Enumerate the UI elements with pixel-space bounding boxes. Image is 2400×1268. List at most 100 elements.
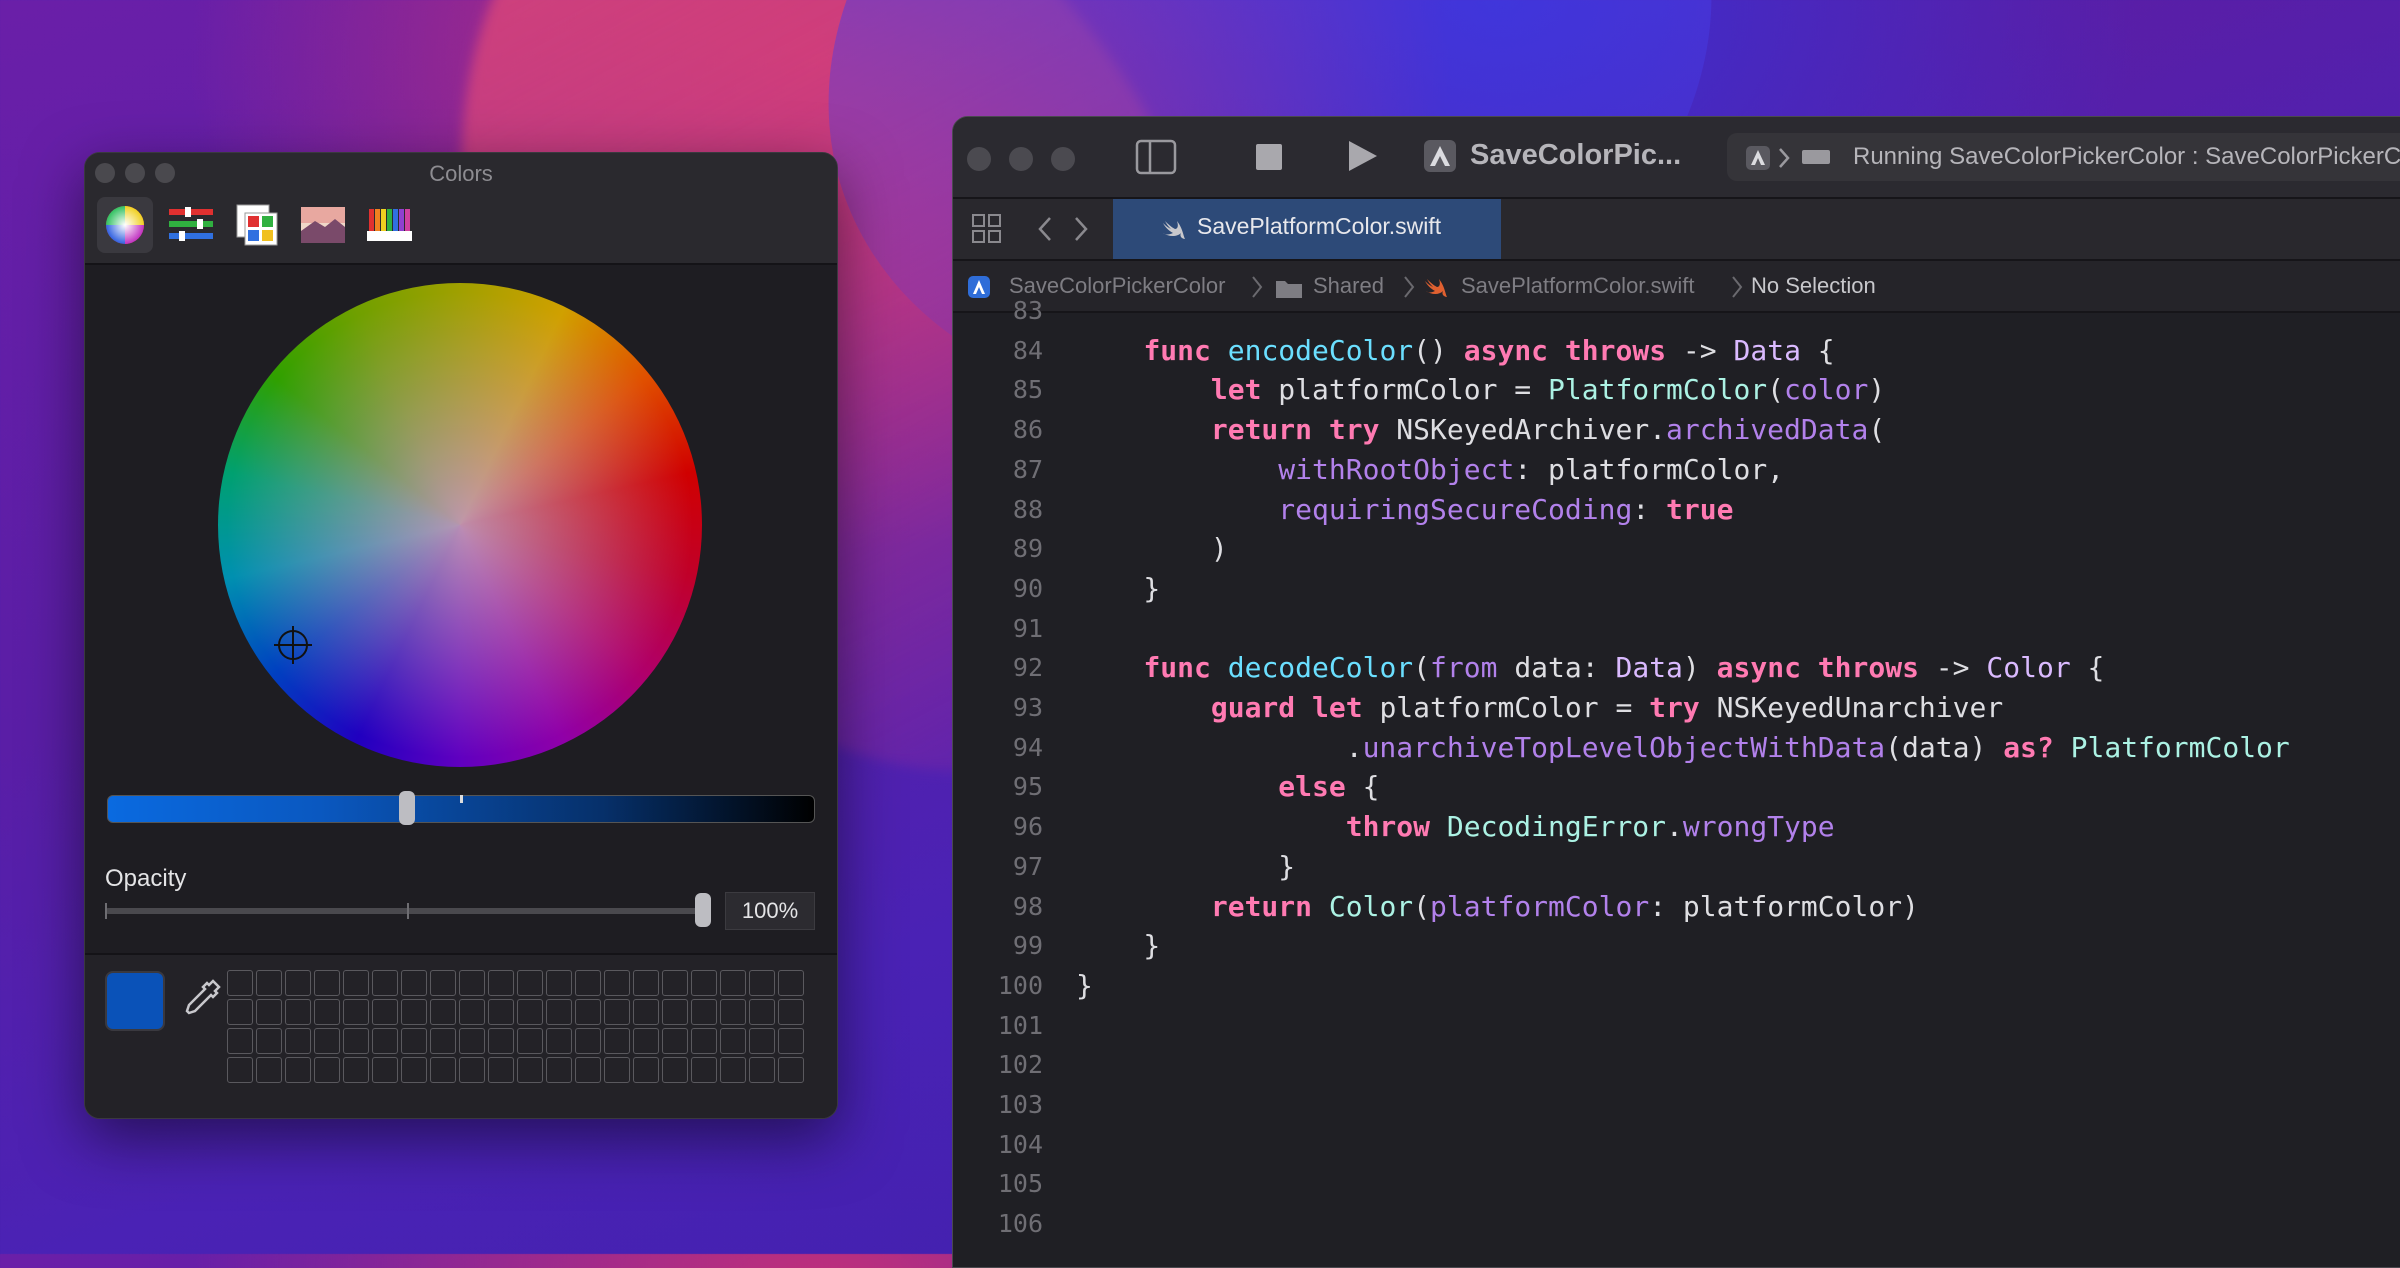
- color-swatch-empty[interactable]: [343, 1028, 369, 1054]
- color-swatch-empty[interactable]: [575, 1028, 601, 1054]
- color-swatch-empty[interactable]: [372, 1028, 398, 1054]
- color-sliders-mode-button[interactable]: [163, 197, 219, 253]
- color-swatch-empty[interactable]: [227, 970, 253, 996]
- color-swatch-empty[interactable]: [778, 999, 804, 1025]
- color-swatch-empty[interactable]: [691, 999, 717, 1025]
- opacity-value-field[interactable]: 100%: [725, 892, 815, 930]
- color-swatch-empty[interactable]: [314, 970, 340, 996]
- minimize-button[interactable]: [1009, 147, 1033, 171]
- color-swatch-empty[interactable]: [662, 1028, 688, 1054]
- color-swatch-empty[interactable]: [575, 970, 601, 996]
- color-swatch-empty[interactable]: [488, 999, 514, 1025]
- color-swatch-empty[interactable]: [314, 999, 340, 1025]
- jumpbar-group[interactable]: Shared: [1313, 273, 1384, 299]
- color-swatch-empty[interactable]: [546, 999, 572, 1025]
- color-wheel-mode-button[interactable]: [97, 197, 153, 253]
- close-button[interactable]: [967, 147, 991, 171]
- run-icon[interactable]: [1345, 139, 1379, 173]
- color-swatch-empty[interactable]: [778, 970, 804, 996]
- color-swatch-empty[interactable]: [430, 999, 456, 1025]
- color-swatch-empty[interactable]: [285, 1028, 311, 1054]
- color-swatch-empty[interactable]: [488, 1057, 514, 1083]
- color-swatch-empty[interactable]: [372, 1057, 398, 1083]
- color-swatch-empty[interactable]: [401, 1057, 427, 1083]
- color-swatch-empty[interactable]: [227, 1028, 253, 1054]
- color-swatch-empty[interactable]: [430, 1028, 456, 1054]
- color-swatch-empty[interactable]: [749, 999, 775, 1025]
- stop-icon[interactable]: [1255, 143, 1283, 171]
- color-swatch-empty[interactable]: [459, 1057, 485, 1083]
- color-wheel[interactable]: [218, 283, 702, 767]
- color-swatch-empty[interactable]: [575, 999, 601, 1025]
- color-swatch-empty[interactable]: [633, 1057, 659, 1083]
- jumpbar-selection[interactable]: No Selection: [1751, 273, 1876, 299]
- color-swatch-empty[interactable]: [662, 999, 688, 1025]
- color-swatch-empty[interactable]: [575, 1057, 601, 1083]
- color-swatch-empty[interactable]: [430, 970, 456, 996]
- color-palettes-mode-button[interactable]: [229, 197, 285, 253]
- color-swatch-empty[interactable]: [285, 999, 311, 1025]
- color-swatch-empty[interactable]: [227, 1057, 253, 1083]
- color-swatch-empty[interactable]: [459, 1028, 485, 1054]
- color-swatch-empty[interactable]: [256, 970, 282, 996]
- forward-arrow-icon[interactable]: [1071, 215, 1091, 243]
- color-swatch-empty[interactable]: [691, 1057, 717, 1083]
- color-swatch-empty[interactable]: [488, 970, 514, 996]
- color-swatch-empty[interactable]: [459, 999, 485, 1025]
- color-swatch-empty[interactable]: [401, 999, 427, 1025]
- color-swatch-empty[interactable]: [604, 970, 630, 996]
- opacity-slider-knob[interactable]: [695, 893, 711, 927]
- color-swatch-empty[interactable]: [604, 1028, 630, 1054]
- color-swatch-empty[interactable]: [343, 970, 369, 996]
- color-swatch-empty[interactable]: [227, 999, 253, 1025]
- color-swatch-empty[interactable]: [314, 1028, 340, 1054]
- color-swatch-empty[interactable]: [285, 970, 311, 996]
- color-swatch-empty[interactable]: [720, 1057, 746, 1083]
- color-swatch-empty[interactable]: [546, 1028, 572, 1054]
- color-swatch-empty[interactable]: [778, 1028, 804, 1054]
- sidebar-toggle-icon[interactable]: [1135, 139, 1177, 175]
- jumpbar-file[interactable]: SavePlatformColor.swift: [1461, 273, 1695, 299]
- color-swatch-empty[interactable]: [546, 970, 572, 996]
- color-swatch-empty[interactable]: [778, 1057, 804, 1083]
- color-swatch-empty[interactable]: [662, 970, 688, 996]
- color-swatch-empty[interactable]: [430, 1057, 456, 1083]
- color-swatch-empty[interactable]: [604, 1057, 630, 1083]
- color-swatch-empty[interactable]: [256, 1028, 282, 1054]
- color-swatch-empty[interactable]: [720, 999, 746, 1025]
- color-swatch-empty[interactable]: [517, 970, 543, 996]
- selected-color-well[interactable]: [105, 971, 165, 1031]
- color-swatch-empty[interactable]: [343, 1057, 369, 1083]
- scheme-title[interactable]: SaveColorPic...: [1470, 139, 1681, 172]
- back-arrow-icon[interactable]: [1035, 215, 1055, 243]
- color-swatch-empty[interactable]: [720, 970, 746, 996]
- color-swatch-empty[interactable]: [604, 999, 630, 1025]
- image-palettes-mode-button[interactable]: [295, 197, 351, 253]
- color-swatch-empty[interactable]: [401, 1028, 427, 1054]
- color-swatch-empty[interactable]: [633, 999, 659, 1025]
- color-swatch-empty[interactable]: [459, 970, 485, 996]
- color-swatch-empty[interactable]: [314, 1057, 340, 1083]
- color-swatch-empty[interactable]: [691, 970, 717, 996]
- color-swatch-empty[interactable]: [517, 1028, 543, 1054]
- opacity-slider[interactable]: [105, 908, 705, 914]
- color-swatch-empty[interactable]: [488, 1028, 514, 1054]
- pencils-mode-button[interactable]: [361, 197, 417, 253]
- color-swatch-empty[interactable]: [517, 999, 543, 1025]
- color-swatch-empty[interactable]: [691, 1028, 717, 1054]
- color-swatch-empty[interactable]: [256, 1057, 282, 1083]
- color-swatch-empty[interactable]: [662, 1057, 688, 1083]
- color-swatch-empty[interactable]: [401, 970, 427, 996]
- color-swatch-empty[interactable]: [720, 1028, 746, 1054]
- color-swatch-empty[interactable]: [749, 1028, 775, 1054]
- color-swatch-empty[interactable]: [517, 1057, 543, 1083]
- color-swatch-empty[interactable]: [285, 1057, 311, 1083]
- color-swatch-empty[interactable]: [372, 999, 398, 1025]
- color-swatch-empty[interactable]: [749, 1057, 775, 1083]
- color-swatch-empty[interactable]: [633, 1028, 659, 1054]
- color-swatch-empty[interactable]: [633, 970, 659, 996]
- zoom-button[interactable]: [1051, 147, 1075, 171]
- grid-icon[interactable]: [971, 213, 1003, 245]
- color-swatch-empty[interactable]: [546, 1057, 572, 1083]
- color-swatch-empty[interactable]: [372, 970, 398, 996]
